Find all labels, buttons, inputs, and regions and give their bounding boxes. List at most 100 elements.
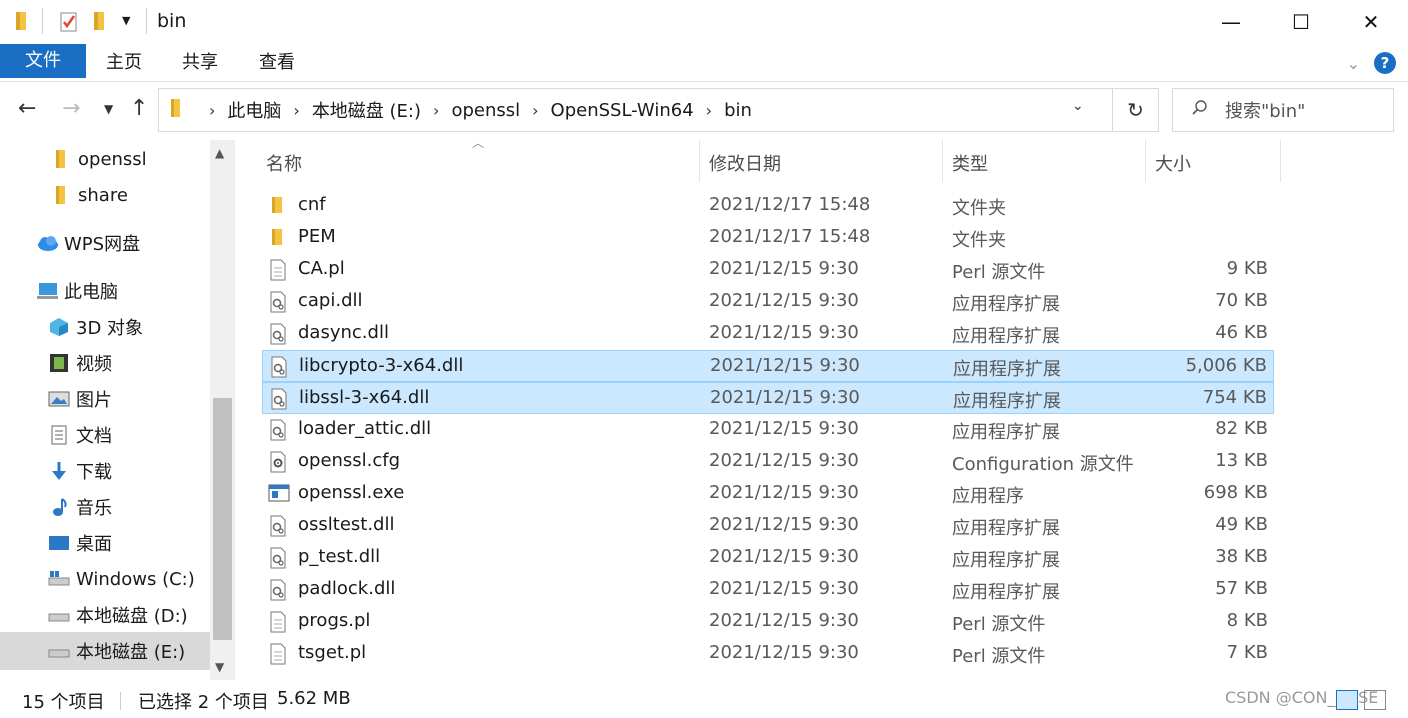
file-row[interactable]: CA.pl 2021/12/15 9:30 Perl 源文件 9 KB xyxy=(262,254,1274,286)
file-type: 应用程序扩展 xyxy=(953,359,1061,380)
forward-arrow-icon[interactable]: → xyxy=(62,96,80,121)
chevron-right-icon[interactable]: › xyxy=(293,101,299,120)
file-row[interactable]: libcrypto-3-x64.dll 2021/12/15 9:30 应用程序扩展… xyxy=(262,350,1274,382)
breadcrumb-drive-e[interactable]: 本地磁盘 (E:) xyxy=(312,97,421,123)
scroll-up-icon[interactable]: ▲ xyxy=(215,146,224,160)
file-date: 2021/12/17 15:48 xyxy=(709,194,871,215)
column-divider[interactable] xyxy=(1280,140,1281,182)
text-file-icon xyxy=(268,259,288,286)
file-date: 2021/12/15 9:30 xyxy=(709,450,859,471)
nav-scrollbar[interactable]: ▲ ▼ xyxy=(210,140,235,680)
recent-locations-icon[interactable]: ▼ xyxy=(104,102,113,116)
maximize-button[interactable]: ☐ xyxy=(1266,0,1336,44)
breadcrumb-openssl-win64[interactable]: OpenSSL-Win64 xyxy=(551,100,694,121)
column-date[interactable]: 修改日期 xyxy=(709,150,781,176)
nav-item-drive-e[interactable]: 本地磁盘 (E:) xyxy=(0,632,210,670)
address-history-chevron-icon[interactable]: ⌄ xyxy=(1072,98,1084,114)
refresh-button[interactable]: ↻ xyxy=(1113,88,1159,132)
column-divider[interactable] xyxy=(699,140,700,182)
file-row[interactable]: loader_attic.dll 2021/12/15 9:30 应用程序扩展 82 … xyxy=(262,414,1274,446)
refresh-icon: ↻ xyxy=(1127,98,1144,122)
search-input[interactable]: 搜索"bin" xyxy=(1172,88,1394,132)
config-file-icon xyxy=(268,451,288,478)
file-date: 2021/12/17 15:48 xyxy=(709,226,871,247)
file-type: Perl 源文件 xyxy=(952,614,1046,635)
divider xyxy=(146,8,147,34)
nav-item-this-pc[interactable]: 此电脑 xyxy=(36,274,118,308)
nav-item-label: 图片 xyxy=(76,390,112,411)
file-type: Configuration 源文件 xyxy=(952,454,1134,475)
chevron-right-icon[interactable]: › xyxy=(433,101,439,120)
scroll-down-icon[interactable]: ▼ xyxy=(215,660,224,674)
nav-item-downloads[interactable]: 下载 xyxy=(48,454,112,488)
address-bar[interactable]: › 此电脑 › 本地磁盘 (E:) › openssl › OpenSSL-Wi… xyxy=(158,88,1113,132)
expand-ribbon-icon[interactable]: ⌄ xyxy=(1347,54,1360,73)
file-size: 13 KB xyxy=(1215,450,1268,471)
file-row[interactable]: p_test.dll 2021/12/15 9:30 应用程序扩展 38 KB xyxy=(262,542,1274,574)
chevron-right-icon[interactable]: › xyxy=(706,101,712,120)
chevron-right-icon[interactable]: › xyxy=(209,101,215,120)
file-type: 文件夹 xyxy=(952,198,1006,219)
file-size: 38 KB xyxy=(1215,546,1268,567)
column-divider[interactable] xyxy=(1145,140,1146,182)
tab-view[interactable]: 查看 xyxy=(249,46,305,80)
nav-item-pictures[interactable]: 图片 xyxy=(48,382,112,416)
close-button[interactable]: ✕ xyxy=(1336,0,1406,44)
tab-share[interactable]: 共享 xyxy=(172,46,228,80)
nav-item-3d-objects[interactable]: 3D 对象 xyxy=(48,310,143,344)
large-icons-view-icon[interactable] xyxy=(1364,690,1386,710)
file-name: PEM xyxy=(298,226,336,247)
column-type[interactable]: 类型 xyxy=(952,150,988,176)
minimize-button[interactable]: — xyxy=(1196,0,1266,44)
column-name[interactable]: 名称 xyxy=(266,150,302,176)
nav-scrollbar-thumb[interactable] xyxy=(213,398,232,640)
file-row[interactable]: tsget.pl 2021/12/15 9:30 Perl 源文件 7 KB xyxy=(262,638,1274,670)
details-view-icon[interactable] xyxy=(1336,690,1358,710)
folder-icon xyxy=(169,98,185,123)
nav-item-share[interactable]: share xyxy=(50,178,128,212)
file-row[interactable]: libssl-3-x64.dll 2021/12/15 9:30 应用程序扩展 754… xyxy=(262,382,1274,414)
column-divider[interactable] xyxy=(942,140,943,182)
file-row[interactable]: dasync.dll 2021/12/15 9:30 应用程序扩展 46 KB xyxy=(262,318,1274,350)
nav-item-documents[interactable]: 文档 xyxy=(48,418,112,452)
tab-file[interactable]: 文件 xyxy=(0,44,86,78)
file-row[interactable]: openssl.exe 2021/12/15 9:30 应用程序 698 KB xyxy=(262,478,1274,510)
file-size: 7 KB xyxy=(1226,642,1268,663)
dll-file-icon xyxy=(268,515,288,542)
properties-icon[interactable] xyxy=(58,10,80,39)
nav-item-label: 音乐 xyxy=(76,498,112,519)
nav-item-wps-cloud[interactable]: WPS网盘 xyxy=(36,226,140,260)
up-arrow-icon[interactable]: ↑ xyxy=(130,96,148,121)
file-date: 2021/12/15 9:30 xyxy=(709,578,859,599)
nav-item-music[interactable]: 音乐 xyxy=(48,490,112,524)
nav-item-desktop[interactable]: 桌面 xyxy=(48,526,112,560)
nav-item-drive-c[interactable]: Windows (C:) xyxy=(48,562,195,596)
file-row[interactable]: progs.pl 2021/12/15 9:30 Perl 源文件 8 KB xyxy=(262,606,1274,638)
new-folder-icon[interactable] xyxy=(92,10,110,37)
file-row[interactable]: capi.dll 2021/12/15 9:30 应用程序扩展 70 KB xyxy=(262,286,1274,318)
file-row[interactable]: padlock.dll 2021/12/15 9:30 应用程序扩展 57 KB xyxy=(262,574,1274,606)
nav-item-drive-d[interactable]: 本地磁盘 (D:) xyxy=(48,598,188,632)
file-row[interactable]: cnf 2021/12/17 15:48 文件夹 xyxy=(262,190,1274,222)
breadcrumb-this-pc[interactable]: 此电脑 xyxy=(227,97,281,123)
nav-item-openssl[interactable]: openssl xyxy=(50,142,147,176)
file-row[interactable]: openssl.cfg 2021/12/15 9:30 Configuration … xyxy=(262,446,1274,478)
nav-item-label: 本地磁盘 (D:) xyxy=(76,606,188,627)
file-name: openssl.cfg xyxy=(298,450,401,471)
file-row[interactable]: ossltest.dll 2021/12/15 9:30 应用程序扩展 49 KB xyxy=(262,510,1274,542)
file-name: padlock.dll xyxy=(298,578,396,599)
help-icon[interactable]: ? xyxy=(1374,52,1396,74)
divider xyxy=(42,8,43,34)
back-arrow-icon[interactable]: ← xyxy=(18,96,36,121)
nav-item-label: 本地磁盘 (E:) xyxy=(76,642,186,663)
file-row[interactable]: PEM 2021/12/17 15:48 文件夹 xyxy=(262,222,1274,254)
breadcrumb-bin[interactable]: bin xyxy=(724,100,752,121)
breadcrumb-openssl[interactable]: openssl xyxy=(451,100,520,121)
file-size: 8 KB xyxy=(1226,610,1268,631)
column-size[interactable]: 大小 xyxy=(1155,150,1191,176)
nav-item-videos[interactable]: 视频 xyxy=(48,346,112,380)
file-name: ossltest.dll xyxy=(298,514,395,535)
tab-home[interactable]: 主页 xyxy=(96,46,152,80)
chevron-right-icon[interactable]: › xyxy=(532,101,538,120)
customize-quick-access-icon[interactable]: ▼ xyxy=(122,14,130,27)
